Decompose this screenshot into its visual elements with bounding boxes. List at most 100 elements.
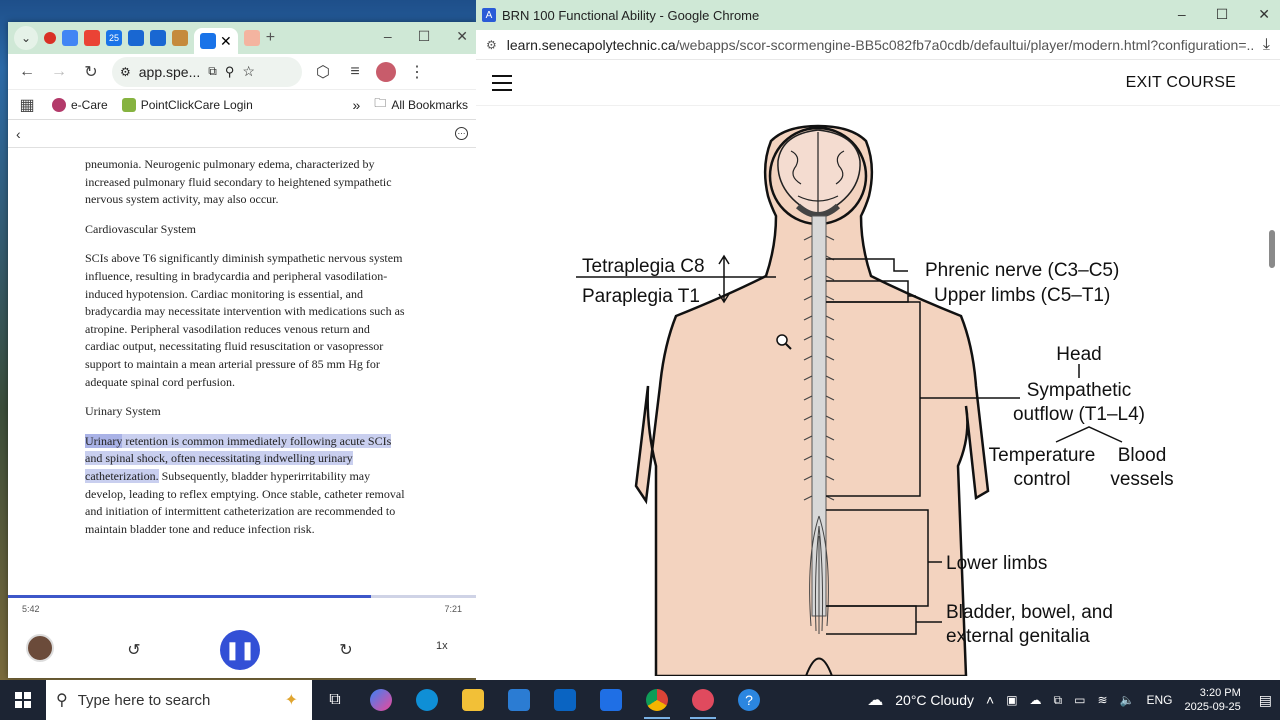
file-explorer-button[interactable] xyxy=(450,680,496,720)
speed-button[interactable]: 1x xyxy=(436,640,448,652)
chrome-button[interactable] xyxy=(634,680,680,720)
outlook-button[interactable] xyxy=(542,680,588,720)
progress-fill xyxy=(8,595,372,598)
pinned-tab-icon[interactable] xyxy=(243,30,260,46)
profile-avatar[interactable] xyxy=(376,61,396,82)
language-indicator[interactable]: ENG xyxy=(1146,693,1172,707)
reload-icon[interactable]: ↻ xyxy=(80,61,102,83)
app-tab-icon xyxy=(200,33,216,49)
back-icon[interactable]: ← xyxy=(16,61,38,83)
ecare-icon xyxy=(52,97,66,112)
battery-icon[interactable]: ▭ xyxy=(1074,693,1085,707)
gmail-tab-icon[interactable] xyxy=(84,30,100,46)
media-icon[interactable]: ≡ xyxy=(344,61,366,83)
notifications-icon[interactable]: ▤ xyxy=(1259,692,1272,709)
level-arrow xyxy=(718,254,730,304)
zoom-icon[interactable]: ⚲ xyxy=(225,64,235,80)
url-host: learn.senecapolytechnic.ca xyxy=(506,36,676,53)
start-button[interactable] xyxy=(0,680,46,720)
calendar-tab-icon[interactable]: 25 xyxy=(106,30,122,46)
minimize-icon[interactable]: – xyxy=(384,28,392,45)
right-address-bar[interactable]: ⚙ learn.senecapolytechnic.ca/webapps/sco… xyxy=(476,30,1280,60)
docs-tab-icon[interactable] xyxy=(128,30,144,46)
volume-icon[interactable]: 🔈 xyxy=(1120,693,1135,707)
label-head: Head xyxy=(1056,344,1101,365)
apps-grid-icon[interactable]: ▦ xyxy=(16,94,38,116)
menu-kebab-icon[interactable]: ⋮ xyxy=(406,61,428,83)
scroll-thumb[interactable] xyxy=(1269,230,1275,268)
drive-tab-icon[interactable] xyxy=(62,30,78,46)
reader-toolbar: ‹ ⋯ xyxy=(8,120,476,148)
pause-button[interactable]: ❚❚ xyxy=(220,630,260,670)
close-tab-icon[interactable]: ✕ xyxy=(220,33,232,50)
bookmark-ecare[interactable]: e-Care xyxy=(52,97,108,112)
wifi-icon[interactable]: ≋ xyxy=(1097,693,1107,707)
install-icon[interactable]: ⧉ xyxy=(208,64,217,79)
label-sympathetic-2: outflow (T1–L4) xyxy=(1013,404,1145,425)
new-tab-icon[interactable]: + xyxy=(266,29,275,47)
all-bookmarks[interactable]: 🗀 All Bookmarks xyxy=(374,94,468,115)
maximize-icon[interactable]: ☐ xyxy=(1216,6,1229,23)
tab-search-icon[interactable]: ⌄ xyxy=(14,26,38,50)
label-bladder-2: external genitalia xyxy=(946,626,1090,647)
rewind-icon[interactable]: ↺ xyxy=(122,638,146,662)
menu-hamburger-icon[interactable] xyxy=(492,74,512,91)
more-bookmarks-icon[interactable]: » xyxy=(353,97,361,113)
progress-track[interactable] xyxy=(8,595,476,598)
bookmarks-bar: ▦ e-Care PointClickCare Login » 🗀 All Bo… xyxy=(8,90,476,120)
network-sharing-icon[interactable]: ⧉ xyxy=(1054,693,1063,708)
site-info-icon[interactable]: ⚙ xyxy=(486,38,497,52)
total-time: 7:21 xyxy=(444,604,462,614)
system-tray: ☁ 20°C Cloudy ˄ ▣ ☁ ⧉ ▭ ≋ 🔈 ENG 3:20 PM … xyxy=(867,680,1280,720)
record-icon[interactable] xyxy=(44,32,56,44)
help-button[interactable]: ? xyxy=(726,680,772,720)
active-tab[interactable]: ✕ xyxy=(194,28,238,54)
paragraph-pneumonia: pneumonia. Neurogenic pulmonary edema, c… xyxy=(85,157,392,207)
page-scrollbar[interactable] xyxy=(1268,62,1276,672)
label-temperature-2: control xyxy=(1013,469,1070,490)
close-window-icon[interactable]: ✕ xyxy=(456,28,468,45)
extensions-icon[interactable]: ⬡ xyxy=(312,61,334,83)
help-icon: ? xyxy=(738,689,760,711)
label-tetraplegia: Tetraplegia C8 xyxy=(582,256,705,277)
snipping-button[interactable] xyxy=(680,680,726,720)
omnibox-url: app.spe... xyxy=(138,63,201,80)
taskbar: ⚲ Type here to search ✦ ⧉ ? ☁ 20°C Cloud… xyxy=(0,680,1280,720)
edge-button[interactable] xyxy=(404,680,450,720)
store-button[interactable] xyxy=(496,680,542,720)
forward-icon[interactable]: ↻ xyxy=(334,638,358,662)
close-window-icon[interactable]: ✕ xyxy=(1258,6,1270,23)
omnibox[interactable]: ⚙ app.spe... ⧉ ⚲ ☆ xyxy=(112,56,302,87)
task-view-button[interactable]: ⧉ xyxy=(312,680,358,720)
minimize-icon[interactable]: – xyxy=(1178,6,1186,23)
voice-avatar[interactable] xyxy=(26,634,54,662)
copilot-button[interactable] xyxy=(358,680,404,720)
clock[interactable]: 3:20 PM 2025-09-25 xyxy=(1184,686,1240,714)
tray-chevron-icon[interactable]: ˄ xyxy=(986,692,994,708)
bookmark-pointclickcare[interactable]: PointClickCare Login xyxy=(121,97,253,112)
dropbox-button[interactable] xyxy=(588,680,634,720)
bookmark-star-icon[interactable]: ☆ xyxy=(242,63,255,80)
meet-icon[interactable]: ▣ xyxy=(1006,693,1017,707)
folder-icon: 🗀 xyxy=(374,96,387,110)
site-info-icon[interactable]: ⚙ xyxy=(120,65,131,79)
copilot-icon xyxy=(370,689,392,711)
cloud-icon[interactable]: ☁ xyxy=(1030,693,1042,707)
reader-content: pneumonia. Neurogenic pulmonary edema, c… xyxy=(8,148,476,594)
reader-back-icon[interactable]: ‹ xyxy=(16,126,21,142)
weather-text[interactable]: 20°C Cloudy xyxy=(895,692,974,708)
label-bladder-1: Bladder, bowel, and xyxy=(946,602,1113,623)
store-icon xyxy=(508,689,530,711)
maximize-icon[interactable]: ☐ xyxy=(418,28,431,45)
taskbar-search[interactable]: ⚲ Type here to search ✦ xyxy=(46,680,312,720)
label-sympathetic-1: Sympathetic xyxy=(1027,380,1132,401)
download-icon[interactable]: ⤓ xyxy=(1263,36,1270,54)
weather-icon[interactable]: ☁ xyxy=(867,690,883,710)
right-title-bar: A BRN 100 Functional Ability - Google Ch… xyxy=(476,0,1280,30)
exit-course-button[interactable]: EXIT COURSE xyxy=(1126,74,1236,92)
bookmark-label: e-Care xyxy=(71,97,108,112)
extension-tab-icon[interactable] xyxy=(172,30,188,46)
docs-tab-icon-2[interactable] xyxy=(150,30,166,46)
reader-more-icon[interactable]: ⋯ xyxy=(455,127,468,140)
forward-icon[interactable]: → xyxy=(48,61,70,83)
